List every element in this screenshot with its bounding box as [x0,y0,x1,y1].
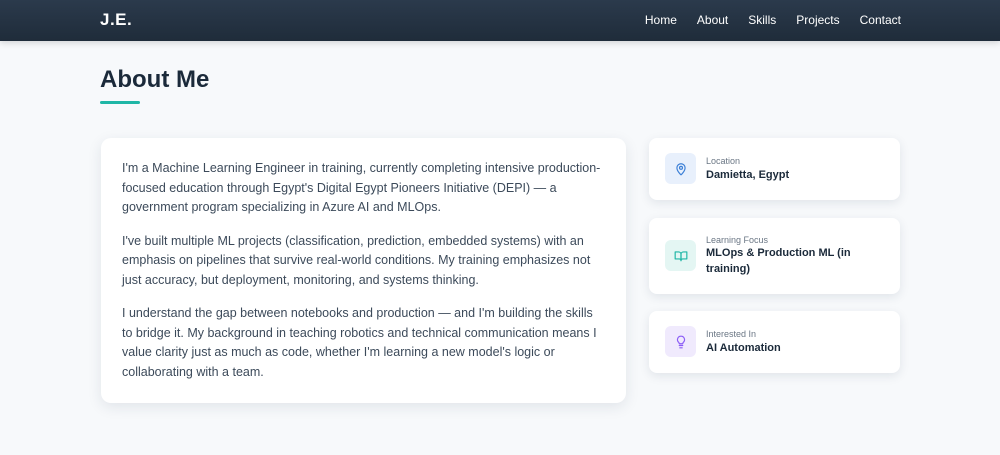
info-value: MLOps & Production ML (in training) [706,247,851,275]
book-icon [665,240,696,271]
brand-logo[interactable]: J.E. [100,10,132,30]
lightbulb-icon [665,326,696,357]
about-paragraph-1: I'm a Machine Learning Engineer in train… [122,161,601,214]
nav-links: Home About Skills Projects Contact [625,13,901,27]
section-title: About Me [100,66,210,93]
info-label: Interested In [706,329,757,339]
navbar: J.E. Home About Skills Projects Contact [0,0,1000,41]
info-card-location: Location Damietta, Egypt [649,138,900,200]
info-value: AI Automation [706,342,781,354]
nav-link-contact[interactable]: Contact [860,13,901,27]
nav-link-projects[interactable]: Projects [796,13,839,27]
about-card: I'm a Machine Learning Engineer in train… [101,138,626,403]
nav-link-about[interactable]: About [697,13,728,27]
info-label: Learning Focus [706,235,769,245]
location-pin-icon [665,153,696,184]
info-card-interested-in: Interested In AI Automation [649,311,900,373]
nav-link-home[interactable]: Home [645,13,677,27]
info-card-learning-focus: Learning Focus MLOps & Production ML (in… [649,218,900,294]
about-paragraph-2: I've built multiple ML projects (classif… [122,233,591,287]
nav-link-skills[interactable]: Skills [748,13,776,27]
title-underline [100,101,140,104]
info-label: Location [706,156,741,166]
info-value: Damietta, Egypt [706,169,790,181]
about-paragraph-3: I understand the gap between notebooks a… [122,306,597,379]
